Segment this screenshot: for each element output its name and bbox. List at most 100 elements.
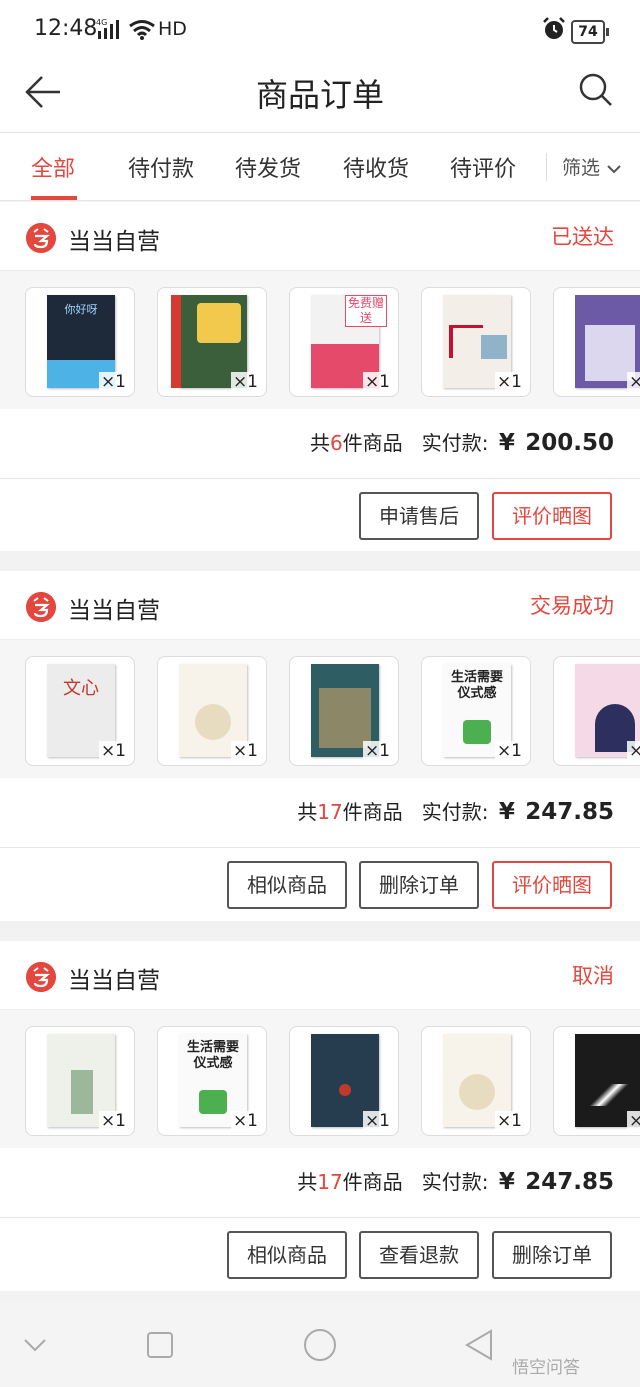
home-icon[interactable] [303, 1328, 337, 1362]
after-sales-button[interactable]: 申请售后 [359, 492, 479, 540]
watermark: 悟空问答 [512, 1358, 580, 1378]
shop-name: 当当自营 [68, 968, 160, 994]
cover-art [449, 325, 483, 358]
similar-items-button[interactable]: 相似商品 [227, 861, 347, 909]
book-strip[interactable]: ×1 生活需要仪式感 ×1 ×1 ×1 ×1 [0, 1010, 640, 1148]
quantity-label: ×1 [98, 372, 128, 392]
book-thumbnail[interactable]: 生活需要仪式感 ×1 [157, 1026, 267, 1136]
quantity-label: ×1 [230, 741, 260, 761]
similar-items-button[interactable]: 相似商品 [227, 1231, 347, 1279]
battery-icon: 74 [571, 20, 609, 44]
svg-text:4G: 4G [96, 18, 107, 27]
order-price: 247.85 [525, 1169, 614, 1195]
book-thumbnail[interactable]: ×1 [25, 1026, 135, 1136]
wifi-icon [129, 20, 155, 40]
book-thumbnail[interactable]: ×1 [553, 656, 640, 766]
currency-symbol: ¥ [498, 1169, 515, 1195]
dangdang-logo-icon [26, 962, 56, 992]
quantity-label: ×1 [230, 372, 260, 392]
order-card: 当当自营 已送达 你好呀 ×1 ×1 免费赠送 ×1 ×1 共6件商品 实付款:… [0, 202, 640, 551]
book-thumbnail[interactable]: ×1 [289, 656, 399, 766]
currency-symbol: ¥ [498, 430, 515, 456]
order-status: 已送达 [551, 225, 614, 249]
review-button[interactable]: 评价晒图 [492, 492, 612, 540]
hd-indicator: HD [158, 18, 187, 40]
cover-art [339, 1084, 351, 1096]
count-suffix: 件商品 [342, 431, 403, 455]
review-button[interactable]: 评价晒图 [492, 861, 612, 909]
book-thumbnail[interactable]: 文心 ×1 [25, 656, 135, 766]
order-summary: 共17件商品 实付款: ¥ 247.85 [0, 1148, 640, 1218]
book-thumbnail[interactable]: ×1 [421, 1026, 531, 1136]
quantity-label: ×1 [362, 1111, 392, 1131]
order-header: 当当自营 已送达 [0, 202, 640, 271]
paid-label: 实付款: [421, 431, 489, 455]
signal-icon: 4G [96, 18, 119, 39]
item-count: 6 [329, 431, 343, 455]
book-thumbnail[interactable]: 生活需要仪式感 ×1 [421, 656, 531, 766]
delete-order-button[interactable]: 删除订单 [492, 1231, 612, 1279]
cover-art [463, 720, 491, 744]
status-time: 12:48 [34, 16, 98, 41]
quantity-label: ×1 [626, 1111, 640, 1131]
quantity-label: ×1 [626, 372, 640, 392]
status-bar: 12:48 4G HD 74 [0, 0, 640, 62]
quantity-label: ×1 [362, 741, 392, 761]
dangdang-logo-icon [26, 223, 56, 253]
cover-art [481, 335, 507, 359]
count-prefix: 共 [297, 1170, 318, 1194]
order-header: 当当自营 取消 [0, 941, 640, 1010]
order-card: 当当自营 交易成功 文心 ×1 ×1 ×1 生活需要仪式感 ×1 共17件商品 … [0, 571, 640, 921]
order-header: 当当自营 交易成功 [0, 571, 640, 640]
tab-pending-review[interactable]: 待评价 [450, 151, 516, 183]
book-thumbnail[interactable]: ×1 [157, 656, 267, 766]
cover-text: 文心 [63, 678, 99, 699]
view-refund-button[interactable]: 查看退款 [359, 1231, 479, 1279]
paid-label: 实付款: [421, 1170, 489, 1194]
book-strip[interactable]: 你好呀 ×1 ×1 免费赠送 ×1 ×1 [0, 271, 640, 409]
order-summary: 共17件商品 实付款: ¥ 247.85 [0, 778, 640, 848]
item-count: 17 [317, 800, 343, 824]
book-thumbnail[interactable]: ×1 [553, 1026, 640, 1136]
book-thumbnail[interactable]: 你好呀 ×1 [25, 287, 135, 397]
cover-art [195, 704, 231, 740]
shop-name: 当当自营 [68, 229, 160, 255]
quantity-label: ×1 [626, 741, 640, 761]
book-thumbnail[interactable]: ×1 [553, 287, 640, 397]
book-thumbnail[interactable]: ×1 [157, 287, 267, 397]
delete-order-button[interactable]: 删除订单 [359, 861, 479, 909]
summary-text: 共17件商品 实付款: ¥ 247.85 [297, 1166, 614, 1195]
back-triangle-icon[interactable] [464, 1329, 494, 1361]
tab-all[interactable]: 全部 [31, 151, 75, 183]
cover-art [71, 1070, 93, 1114]
dangdang-logo-icon [26, 592, 56, 622]
recent-apps-icon[interactable] [146, 1331, 174, 1359]
quantity-label: ×1 [362, 372, 392, 392]
page-title: 商品订单 [255, 76, 384, 114]
summary-text: 共17件商品 实付款: ¥ 247.85 [297, 796, 614, 825]
search-icon[interactable] [578, 72, 614, 108]
active-tab-indicator [31, 196, 77, 200]
count-prefix: 共 [309, 431, 330, 455]
tab-pending-receipt[interactable]: 待收货 [343, 151, 409, 183]
order-card: 当当自营 取消 ×1 生活需要仪式感 ×1 ×1 ×1 共17件商品 实付款: … [0, 941, 640, 1291]
quantity-label: ×1 [98, 741, 128, 761]
cover-text: 你好呀 [64, 303, 98, 316]
order-status: 交易成功 [530, 594, 614, 618]
book-strip[interactable]: 文心 ×1 ×1 ×1 生活需要仪式感 ×1 [0, 640, 640, 778]
tab-pending-shipment[interactable]: 待发货 [235, 151, 301, 183]
book-thumbnail[interactable]: 免费赠送 ×1 [289, 287, 399, 397]
book-thumbnail[interactable]: ×1 [421, 287, 531, 397]
order-price: 247.85 [525, 799, 614, 825]
cover-spine [171, 295, 181, 388]
currency-symbol: ¥ [498, 799, 515, 825]
cover-art [319, 688, 371, 748]
tab-pending-payment[interactable]: 待付款 [128, 151, 194, 183]
filter-button[interactable]: 筛选 [562, 153, 622, 180]
cover-art [575, 1084, 640, 1106]
chevron-down-icon[interactable] [23, 1337, 47, 1353]
order-summary: 共6件商品 实付款: ¥ 200.50 [0, 409, 640, 479]
count-prefix: 共 [297, 800, 318, 824]
quantity-label: ×1 [494, 372, 524, 392]
book-thumbnail[interactable]: ×1 [289, 1026, 399, 1136]
